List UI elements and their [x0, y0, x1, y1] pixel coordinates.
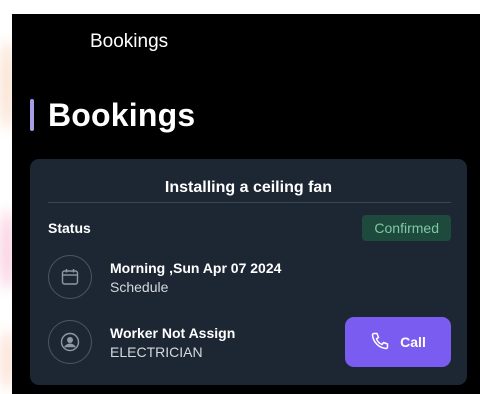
heading-accent-bar [30, 99, 34, 131]
schedule-text: Morning ,Sun Apr 07 2024 Schedule [110, 260, 281, 295]
call-button[interactable]: Call [345, 317, 451, 367]
topbar-title: Bookings [90, 31, 169, 52]
calendar-icon [48, 255, 92, 299]
worker-name: Worker Not Assign [110, 324, 236, 341]
status-label: Status [48, 220, 91, 236]
schedule-date: Morning ,Sun Apr 07 2024 [110, 259, 282, 276]
call-button-label: Call [400, 334, 426, 350]
user-avatar-icon [48, 320, 92, 364]
worker-text: Worker Not Assign ELECTRICIAN [110, 325, 235, 360]
worker-role: ELECTRICIAN [110, 343, 203, 360]
page-heading: Bookings [30, 96, 195, 134]
worker-row: Worker Not Assign ELECTRICIAN [48, 320, 235, 364]
booking-card[interactable]: Installing a ceiling fan Status Confirme… [30, 159, 467, 385]
status-badge: Confirmed [362, 215, 451, 241]
schedule-row: Morning ,Sun Apr 07 2024 Schedule [48, 255, 281, 299]
schedule-label: Schedule [110, 278, 169, 295]
card-divider [48, 202, 451, 203]
page-title: Bookings [48, 96, 196, 133]
service-title: Installing a ceiling fan [164, 179, 333, 196]
app-screen: Bookings Bookings Installing a ceiling f… [12, 14, 480, 394]
phone-icon [370, 331, 390, 354]
